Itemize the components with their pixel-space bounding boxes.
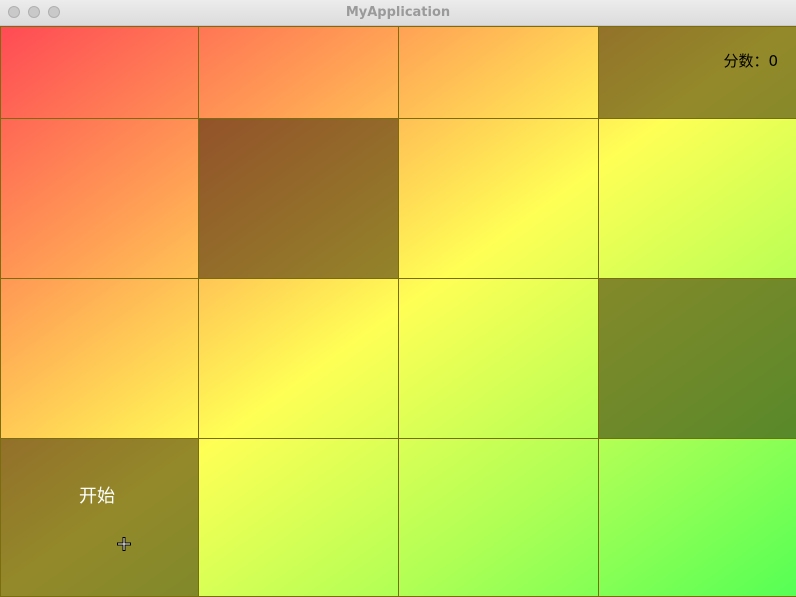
tile[interactable] bbox=[598, 438, 796, 597]
tile[interactable] bbox=[398, 278, 599, 439]
tile[interactable] bbox=[598, 118, 796, 279]
tile-dark[interactable] bbox=[198, 118, 399, 279]
crosshair-cursor-icon bbox=[117, 537, 131, 551]
tile[interactable] bbox=[398, 26, 599, 119]
tile[interactable] bbox=[0, 26, 199, 119]
tile[interactable] bbox=[0, 118, 199, 279]
tile[interactable] bbox=[198, 26, 399, 119]
tile-dark[interactable] bbox=[598, 26, 796, 119]
tile-dark[interactable] bbox=[0, 438, 199, 597]
tile[interactable] bbox=[398, 438, 599, 597]
title-bar: MyApplication bbox=[0, 0, 796, 26]
tile[interactable] bbox=[198, 278, 399, 439]
window-title: MyApplication bbox=[345, 5, 451, 20]
tile[interactable] bbox=[0, 278, 199, 439]
tile-dark[interactable] bbox=[598, 278, 796, 439]
tile[interactable] bbox=[398, 118, 599, 279]
game-board bbox=[0, 26, 796, 597]
tile[interactable] bbox=[198, 438, 399, 597]
start-button[interactable]: 开始 bbox=[79, 482, 115, 508]
